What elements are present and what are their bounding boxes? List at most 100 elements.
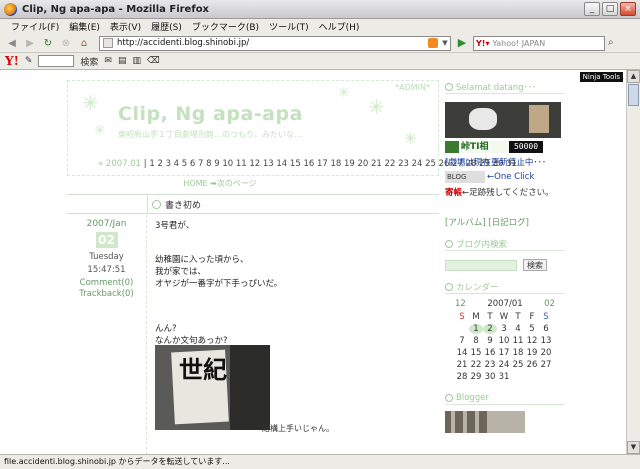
welcome-photo[interactable] bbox=[445, 102, 561, 138]
mail-icon[interactable]: ✉ bbox=[104, 56, 112, 66]
section-gear-icon bbox=[445, 239, 453, 248]
calendar-day: 22 bbox=[470, 360, 482, 370]
url-bar[interactable]: http://accidenti.blog.shinobi.jp/ ▼ bbox=[99, 35, 451, 51]
close-button[interactable]: × bbox=[620, 2, 636, 16]
yahoo-search-input[interactable] bbox=[38, 55, 75, 67]
calendar-next-link[interactable]: 02 bbox=[544, 299, 555, 309]
calendar-day[interactable]: 1 bbox=[469, 324, 483, 334]
entry-photo[interactable]: 世紀 bbox=[155, 345, 270, 430]
calendar-day: 3 bbox=[501, 324, 507, 334]
calendar-title: カレンダー bbox=[445, 280, 565, 294]
calendar-day: 24 bbox=[498, 360, 510, 370]
menu-file[interactable]: ファイル(F) bbox=[6, 20, 64, 33]
go-icon[interactable]: ▶ bbox=[455, 36, 469, 50]
welcome-title: Selamat datang･･･ bbox=[445, 80, 565, 94]
oneclick-text[interactable]: ←One Click bbox=[487, 172, 534, 182]
blogger-photo[interactable] bbox=[445, 411, 525, 433]
search-placeholder: Yahoo! JAPAN bbox=[492, 38, 546, 48]
blog-ranking-row[interactable]: BLOG ←One Click bbox=[445, 171, 565, 183]
trackback-link[interactable]: Trackback(0) bbox=[67, 289, 146, 299]
search-box[interactable]: Y!▾ Yahoo! JAPAN bbox=[473, 35, 605, 51]
menu-view[interactable]: 表示(V) bbox=[105, 20, 146, 33]
window-title: Clip, Ng apa-apa - Mozilla Firefox bbox=[22, 3, 210, 15]
pager[interactable]: HOME ➡次のページ bbox=[0, 178, 440, 189]
sparkle-icon: ✳ bbox=[94, 123, 106, 139]
yahoo-search-icon[interactable]: Y!▾ bbox=[476, 39, 489, 48]
yahoo-search-button[interactable]: 検索 bbox=[80, 55, 98, 68]
guestbook-note: ←足跡残してください。 bbox=[462, 188, 554, 198]
scroll-thumb[interactable] bbox=[628, 84, 639, 106]
calendar-day bbox=[525, 372, 539, 382]
guestbook-link[interactable]: 寄帳 bbox=[445, 188, 462, 198]
entry-time: 15:47:51 bbox=[87, 265, 126, 275]
entry-title[interactable]: 書き初め bbox=[165, 198, 201, 211]
url-dropdown-icon[interactable]: ▼ bbox=[440, 39, 450, 47]
photo-caption: 結構上手いじゃん。 bbox=[262, 424, 334, 433]
scroll-up-icon[interactable]: ▲ bbox=[627, 70, 640, 83]
calendar-title-text: カレンダー bbox=[456, 282, 499, 293]
calendar-prev-link[interactable]: 12 bbox=[455, 299, 466, 309]
back-icon[interactable]: ◀ bbox=[5, 36, 19, 50]
blog-search-input[interactable] bbox=[445, 259, 517, 271]
maximize-button[interactable]: □ bbox=[602, 2, 618, 16]
minimize-button[interactable]: _ bbox=[584, 2, 600, 16]
entry-day: 02 bbox=[95, 232, 118, 248]
theater-link[interactable]: [劇場は現在更新停止中･･･ bbox=[445, 156, 565, 168]
current-month[interactable]: 2007.01 bbox=[106, 159, 141, 169]
calendar-day: 21 bbox=[456, 360, 468, 370]
menu-bookmarks[interactable]: ブックマーク(B) bbox=[187, 20, 264, 33]
stop-icon[interactable]: ⊗ bbox=[59, 36, 73, 50]
admin-link[interactable]: *ADMIN* bbox=[395, 83, 430, 92]
calendar-day: 31 bbox=[498, 372, 510, 382]
calendar-weekday: W bbox=[499, 312, 509, 322]
firefox-icon bbox=[4, 2, 17, 16]
menu-help[interactable]: ヘルプ(H) bbox=[314, 20, 365, 33]
page-content: Ninja Tools *ADMIN* ✳ ✳ ✳ ✳ ✳ Clip, Ng a… bbox=[0, 70, 626, 454]
album-log-links[interactable]: [アルバム] [日記ログ] bbox=[445, 216, 565, 228]
site-title[interactable]: Clip, Ng apa-apa bbox=[118, 103, 303, 125]
site-subtitle: 東昭新山手１丁目劇場別館…のつもり。みたいな… bbox=[118, 130, 302, 139]
url-text[interactable]: http://accidenti.blog.shinobi.jp/ bbox=[117, 38, 428, 48]
menu-history[interactable]: 履歴(S) bbox=[146, 20, 187, 33]
forward-icon[interactable]: ▶ bbox=[23, 36, 37, 50]
calendar-day[interactable]: 2 bbox=[483, 324, 497, 334]
calendar-day: 26 bbox=[526, 360, 538, 370]
entry-bullet-icon bbox=[152, 200, 161, 209]
photo-calligraphy: 世紀 bbox=[179, 355, 227, 384]
eraser-icon[interactable]: ⌫ bbox=[147, 56, 160, 66]
guestbook-row[interactable]: 寄帳←足跡残してください。 bbox=[445, 186, 565, 198]
calendar-day: 6 bbox=[543, 324, 549, 334]
menu-edit[interactable]: 編集(E) bbox=[64, 20, 105, 33]
pencil-icon[interactable]: ✎ bbox=[25, 56, 33, 66]
entry-header: 書き初め bbox=[67, 194, 439, 214]
comment-link[interactable]: Comment(0) bbox=[67, 278, 146, 288]
rss-icon[interactable] bbox=[428, 38, 438, 48]
calendar-day: 15 bbox=[470, 348, 482, 358]
calendar-day: 17 bbox=[498, 348, 510, 358]
calendar-day: 16 bbox=[484, 348, 496, 358]
search-go-icon[interactable]: ⌕ bbox=[608, 37, 620, 49]
calendar-header: 12 2007/01 02 bbox=[455, 299, 555, 309]
status-bar: file.accidenti.blog.shinobi.jp からデータを転送し… bbox=[0, 454, 640, 469]
blogger-title: Blogger bbox=[445, 391, 565, 405]
calendar-weekday: F bbox=[529, 312, 535, 322]
news-icon[interactable]: ▤ bbox=[118, 56, 127, 66]
calendar-day: 18 bbox=[512, 348, 524, 358]
calendar-day: 27 bbox=[540, 360, 552, 370]
vertical-scrollbar[interactable]: ▲ ▼ bbox=[626, 70, 640, 454]
calendar-day: 19 bbox=[526, 348, 538, 358]
scroll-down-icon[interactable]: ▼ bbox=[627, 441, 640, 454]
menu-tools[interactable]: ツール(T) bbox=[264, 20, 314, 33]
calendar-day: 14 bbox=[456, 348, 468, 358]
book-icon[interactable]: ▥ bbox=[132, 56, 141, 66]
calendar-day: 23 bbox=[484, 360, 496, 370]
ninja-tools-badge[interactable]: Ninja Tools bbox=[579, 72, 623, 82]
entry-line: 3号君が、 bbox=[155, 221, 195, 231]
yahoo-logo[interactable]: Y! bbox=[5, 54, 19, 68]
prev-month-icon[interactable]: « bbox=[98, 159, 103, 169]
entry-date: 2007/Jan bbox=[86, 219, 127, 229]
blog-ranking-badge[interactable]: BLOG bbox=[445, 171, 485, 183]
reload-icon[interactable]: ↻ bbox=[41, 36, 55, 50]
home-icon[interactable]: ⌂ bbox=[77, 36, 91, 50]
blog-search-button[interactable]: 検索 bbox=[523, 259, 547, 271]
